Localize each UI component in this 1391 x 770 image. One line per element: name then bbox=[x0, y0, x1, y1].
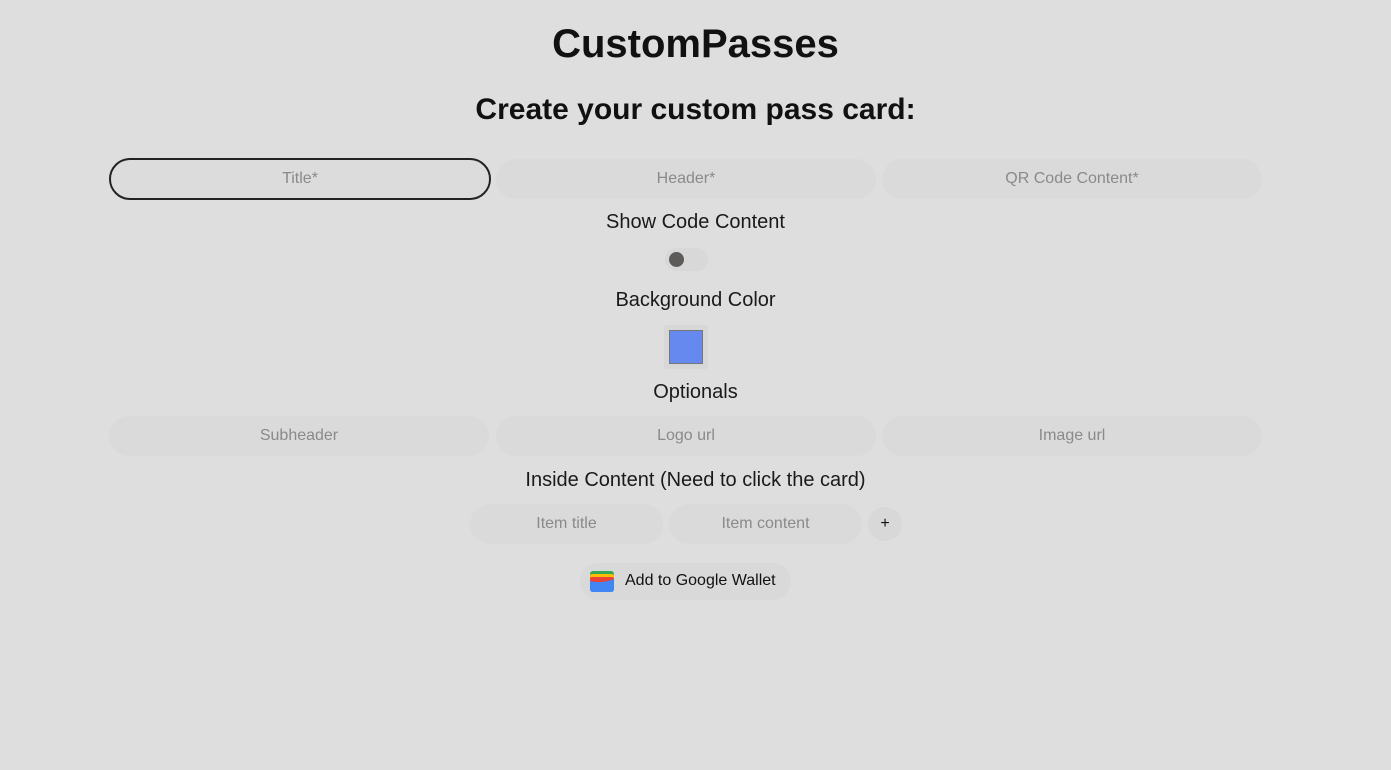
show-code-toggle[interactable] bbox=[665, 248, 708, 271]
qr-content-input[interactable] bbox=[882, 159, 1262, 199]
add-to-google-wallet-button[interactable]: Add to Google Wallet bbox=[580, 563, 791, 600]
color-swatch bbox=[669, 330, 703, 364]
app-title: CustomPasses bbox=[552, 22, 839, 66]
item-title-input[interactable] bbox=[470, 504, 663, 544]
image-url-input[interactable] bbox=[882, 416, 1262, 456]
page-subtitle: Create your custom pass card: bbox=[475, 93, 916, 126]
background-color-label: Background Color bbox=[615, 289, 776, 311]
background-color-picker[interactable] bbox=[664, 325, 708, 369]
inside-content-label: Inside Content (Need to click the card) bbox=[525, 469, 866, 491]
optionals-label: Optionals bbox=[653, 381, 738, 403]
toggle-knob bbox=[669, 252, 684, 267]
header-input[interactable] bbox=[496, 159, 876, 199]
wallet-button-label: Add to Google Wallet bbox=[625, 572, 776, 589]
title-input[interactable] bbox=[109, 158, 491, 200]
add-item-button[interactable]: + bbox=[868, 507, 902, 541]
item-content-input[interactable] bbox=[669, 504, 862, 544]
subheader-input[interactable] bbox=[109, 416, 489, 456]
logo-url-input[interactable] bbox=[496, 416, 876, 456]
google-wallet-icon bbox=[590, 571, 614, 597]
show-code-label: Show Code Content bbox=[605, 211, 785, 233]
